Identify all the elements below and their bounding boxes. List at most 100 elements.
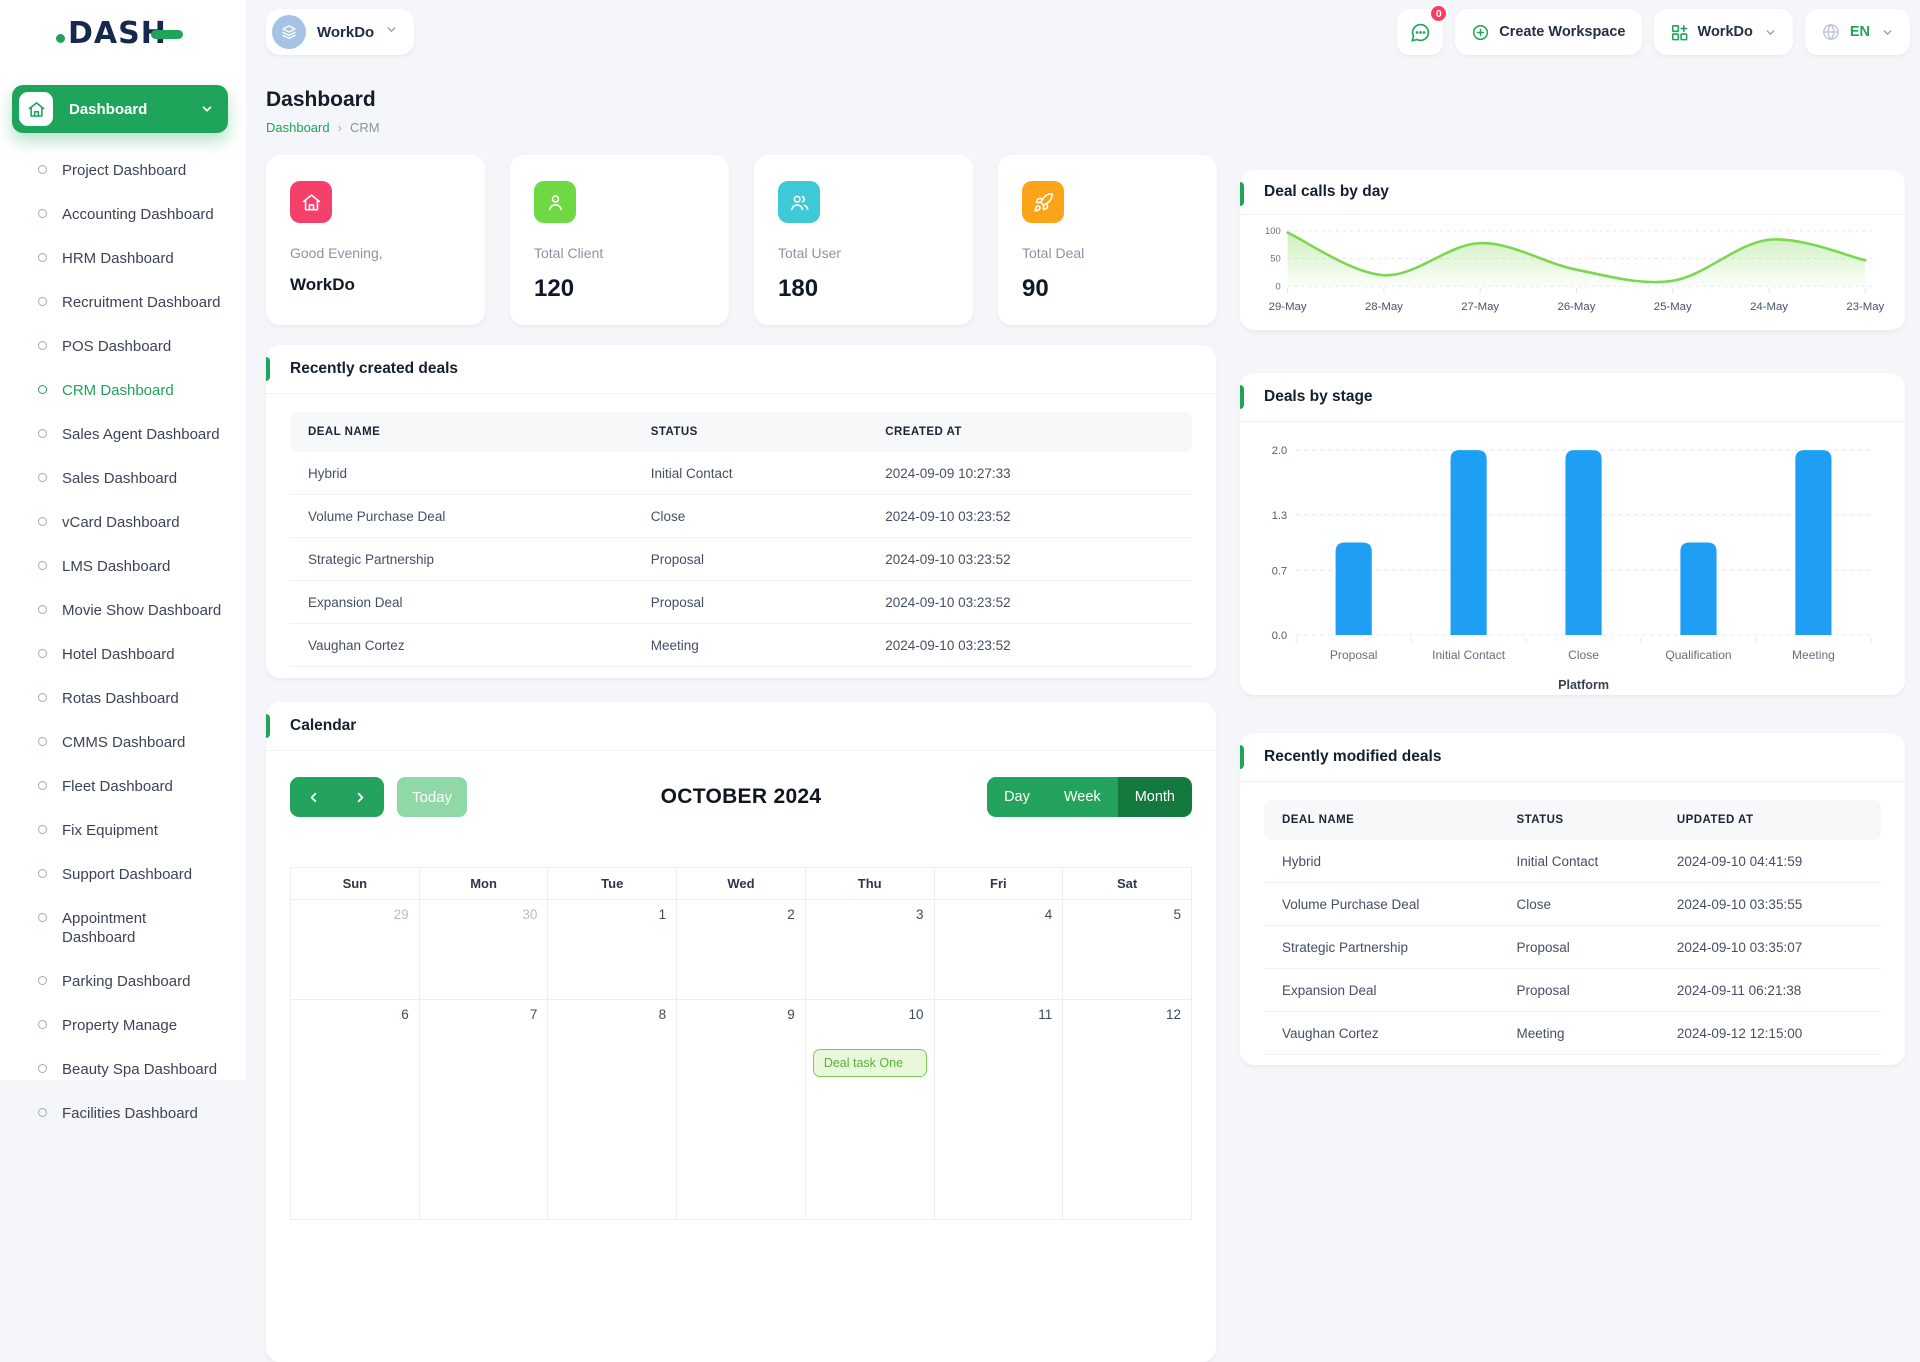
sidebar-item[interactable]: Beauty Spa Dashboard [0, 1047, 246, 1091]
table-cell: Proposal [633, 581, 868, 624]
day-number: 2 [677, 900, 805, 922]
calendar-day-cell[interactable]: 9 [677, 1000, 806, 1220]
table-cell: Proposal [633, 538, 868, 581]
table-row: Expansion DealProposal2024-09-11 06:21:3… [1264, 969, 1881, 1012]
home-icon [290, 181, 332, 223]
table-head: DEAL NAMESTATUSUPDATED AT [1264, 800, 1881, 840]
calendar-prev-button[interactable] [290, 777, 337, 817]
calendar-grid: SunMonTueWedThuFriSat 293012345678910Dea… [290, 867, 1192, 1220]
table-cell: Initial Contact [633, 452, 868, 495]
calendar-day-cell[interactable]: 5 [1063, 900, 1192, 1000]
column-header: DEAL NAME [290, 412, 633, 452]
calendar-day-cell[interactable]: 8 [548, 1000, 677, 1220]
svg-text:Meeting: Meeting [1792, 648, 1835, 662]
day-number: 7 [420, 1000, 548, 1022]
calendar-next-button[interactable] [337, 777, 384, 817]
calendar-today-button[interactable]: Today [397, 777, 467, 817]
calendar-view-month-button[interactable]: Month [1118, 777, 1192, 817]
calendar-view-day-button[interactable]: Day [987, 777, 1047, 817]
language-code: EN [1850, 24, 1870, 40]
sidebar-item[interactable]: Movie Show Dashboard [0, 588, 246, 632]
table-cell: 2024-09-10 03:35:55 [1659, 883, 1881, 926]
sidebar-item[interactable]: Property Manage [0, 1003, 246, 1047]
svg-text:23-May: 23-May [1846, 301, 1884, 313]
sidebar-group-dashboard[interactable]: Dashboard [12, 85, 228, 133]
calendar-day-cell[interactable]: 11 [934, 1000, 1063, 1220]
calendar-day-cell[interactable]: 7 [419, 1000, 548, 1220]
calendar-day-cell[interactable]: 29 [291, 900, 420, 1000]
sidebar: DASH Dashboard Project DashboardAccounti… [0, 0, 246, 1080]
circle-icon [38, 209, 47, 218]
svg-text:1.3: 1.3 [1272, 510, 1287, 522]
create-workspace-button[interactable]: Create Workspace [1455, 9, 1641, 55]
circle-icon [38, 869, 47, 878]
circle-icon [38, 1108, 47, 1117]
chevron-down-icon [1764, 26, 1777, 39]
table-cell: 2024-09-10 03:23:52 [867, 624, 1192, 667]
sidebar-item[interactable]: Facilities Dashboard [0, 1091, 246, 1135]
workspace-menu-button[interactable]: WorkDo [1654, 9, 1793, 55]
stat-label: Good Evening, [290, 245, 461, 261]
sidebar-item[interactable]: Fix Equipment [0, 808, 246, 852]
calendar-day-cell[interactable]: 4 [934, 900, 1063, 1000]
svg-text:26-May: 26-May [1558, 301, 1596, 313]
language-selector[interactable]: EN [1805, 9, 1910, 55]
sidebar-item[interactable]: Rotas Dashboard [0, 676, 246, 720]
stat-card: Total Deal90 [998, 155, 1217, 325]
chevron-down-icon [385, 23, 398, 41]
table-cell: Expansion Deal [290, 581, 633, 624]
calendar-view-week-button[interactable]: Week [1047, 777, 1118, 817]
table-body: HybridInitial Contact2024-09-09 10:27:33… [290, 452, 1192, 667]
sidebar-item[interactable]: Accounting Dashboard [0, 192, 246, 236]
calendar-day-cell[interactable]: 12 [1063, 1000, 1192, 1220]
sidebar-item[interactable]: Hotel Dashboard [0, 632, 246, 676]
table-row: Volume Purchase DealClose2024-09-10 03:2… [290, 495, 1192, 538]
sidebar-item[interactable]: CRM Dashboard [0, 368, 246, 412]
table-cell: 2024-09-10 03:23:52 [867, 495, 1192, 538]
circle-icon [38, 649, 47, 658]
sidebar-item[interactable]: HRM Dashboard [0, 236, 246, 280]
table-row: Strategic PartnershipProposal2024-09-10 … [1264, 926, 1881, 969]
calendar-grid-body: 293012345678910Deal task One1112 [291, 900, 1192, 1220]
calendar-day-cell[interactable]: 10Deal task One [805, 1000, 934, 1220]
circle-icon [38, 976, 47, 985]
stat-card: Total Client120 [510, 155, 729, 325]
sidebar-item[interactable]: POS Dashboard [0, 324, 246, 368]
sidebar-item[interactable]: Project Dashboard [0, 148, 246, 192]
calendar-day-cell[interactable]: 6 [291, 1000, 420, 1220]
column-header: CREATED AT [867, 412, 1192, 452]
calendar-grid-head: SunMonTueWedThuFriSat [291, 868, 1192, 900]
column-header: STATUS [1498, 800, 1658, 840]
sidebar-item-label: Appointment Dashboard [62, 909, 184, 947]
calendar-day-cell[interactable]: 30 [419, 900, 548, 1000]
stat-value: 90 [1022, 275, 1193, 303]
table-cell: Strategic Partnership [290, 538, 633, 581]
sidebar-item[interactable]: Sales Agent Dashboard [0, 412, 246, 456]
dash-logo[interactable]: DASH [56, 16, 183, 50]
calendar-day-cell[interactable]: 3 [805, 900, 934, 1000]
sidebar-item[interactable]: LMS Dashboard [0, 544, 246, 588]
recently-modified-deals-table: DEAL NAMESTATUSUPDATED AT HybridInitial … [1264, 800, 1881, 1055]
sidebar-item[interactable]: Fleet Dashboard [0, 764, 246, 808]
sidebar-item[interactable]: Appointment Dashboard [0, 896, 246, 959]
sidebar-item[interactable]: Parking Dashboard [0, 959, 246, 1003]
sidebar-item[interactable]: Sales Dashboard [0, 456, 246, 500]
sidebar-item[interactable]: CMMS Dashboard [0, 720, 246, 764]
messages-button[interactable]: 0 [1397, 9, 1443, 55]
table-cell: Vaughan Cortez [290, 624, 633, 667]
workspace-switcher[interactable]: WorkDo [266, 9, 414, 55]
sidebar-item[interactable]: Recruitment Dashboard [0, 280, 246, 324]
calendar-day-cell[interactable]: 1 [548, 900, 677, 1000]
table-cell: 2024-09-11 06:21:38 [1659, 969, 1881, 1012]
calendar-event[interactable]: Deal task One [813, 1049, 927, 1077]
svg-text:0.0: 0.0 [1272, 630, 1287, 642]
calendar-day-cell[interactable]: 2 [677, 900, 806, 1000]
sidebar-item[interactable]: Support Dashboard [0, 852, 246, 896]
sidebar-item[interactable]: vCard Dashboard [0, 500, 246, 544]
bar-chart-svg: 0.00.71.32.0ProposalInitial ContactClose… [1252, 430, 1895, 703]
table-row: Expansion DealProposal2024-09-10 03:23:5… [290, 581, 1192, 624]
sidebar-item-label: Support Dashboard [62, 865, 192, 884]
calendar-view-switcher: DayWeekMonth [987, 777, 1192, 817]
breadcrumb-dashboard-link[interactable]: Dashboard [266, 120, 330, 135]
sidebar-item-label: Sales Dashboard [62, 469, 177, 488]
